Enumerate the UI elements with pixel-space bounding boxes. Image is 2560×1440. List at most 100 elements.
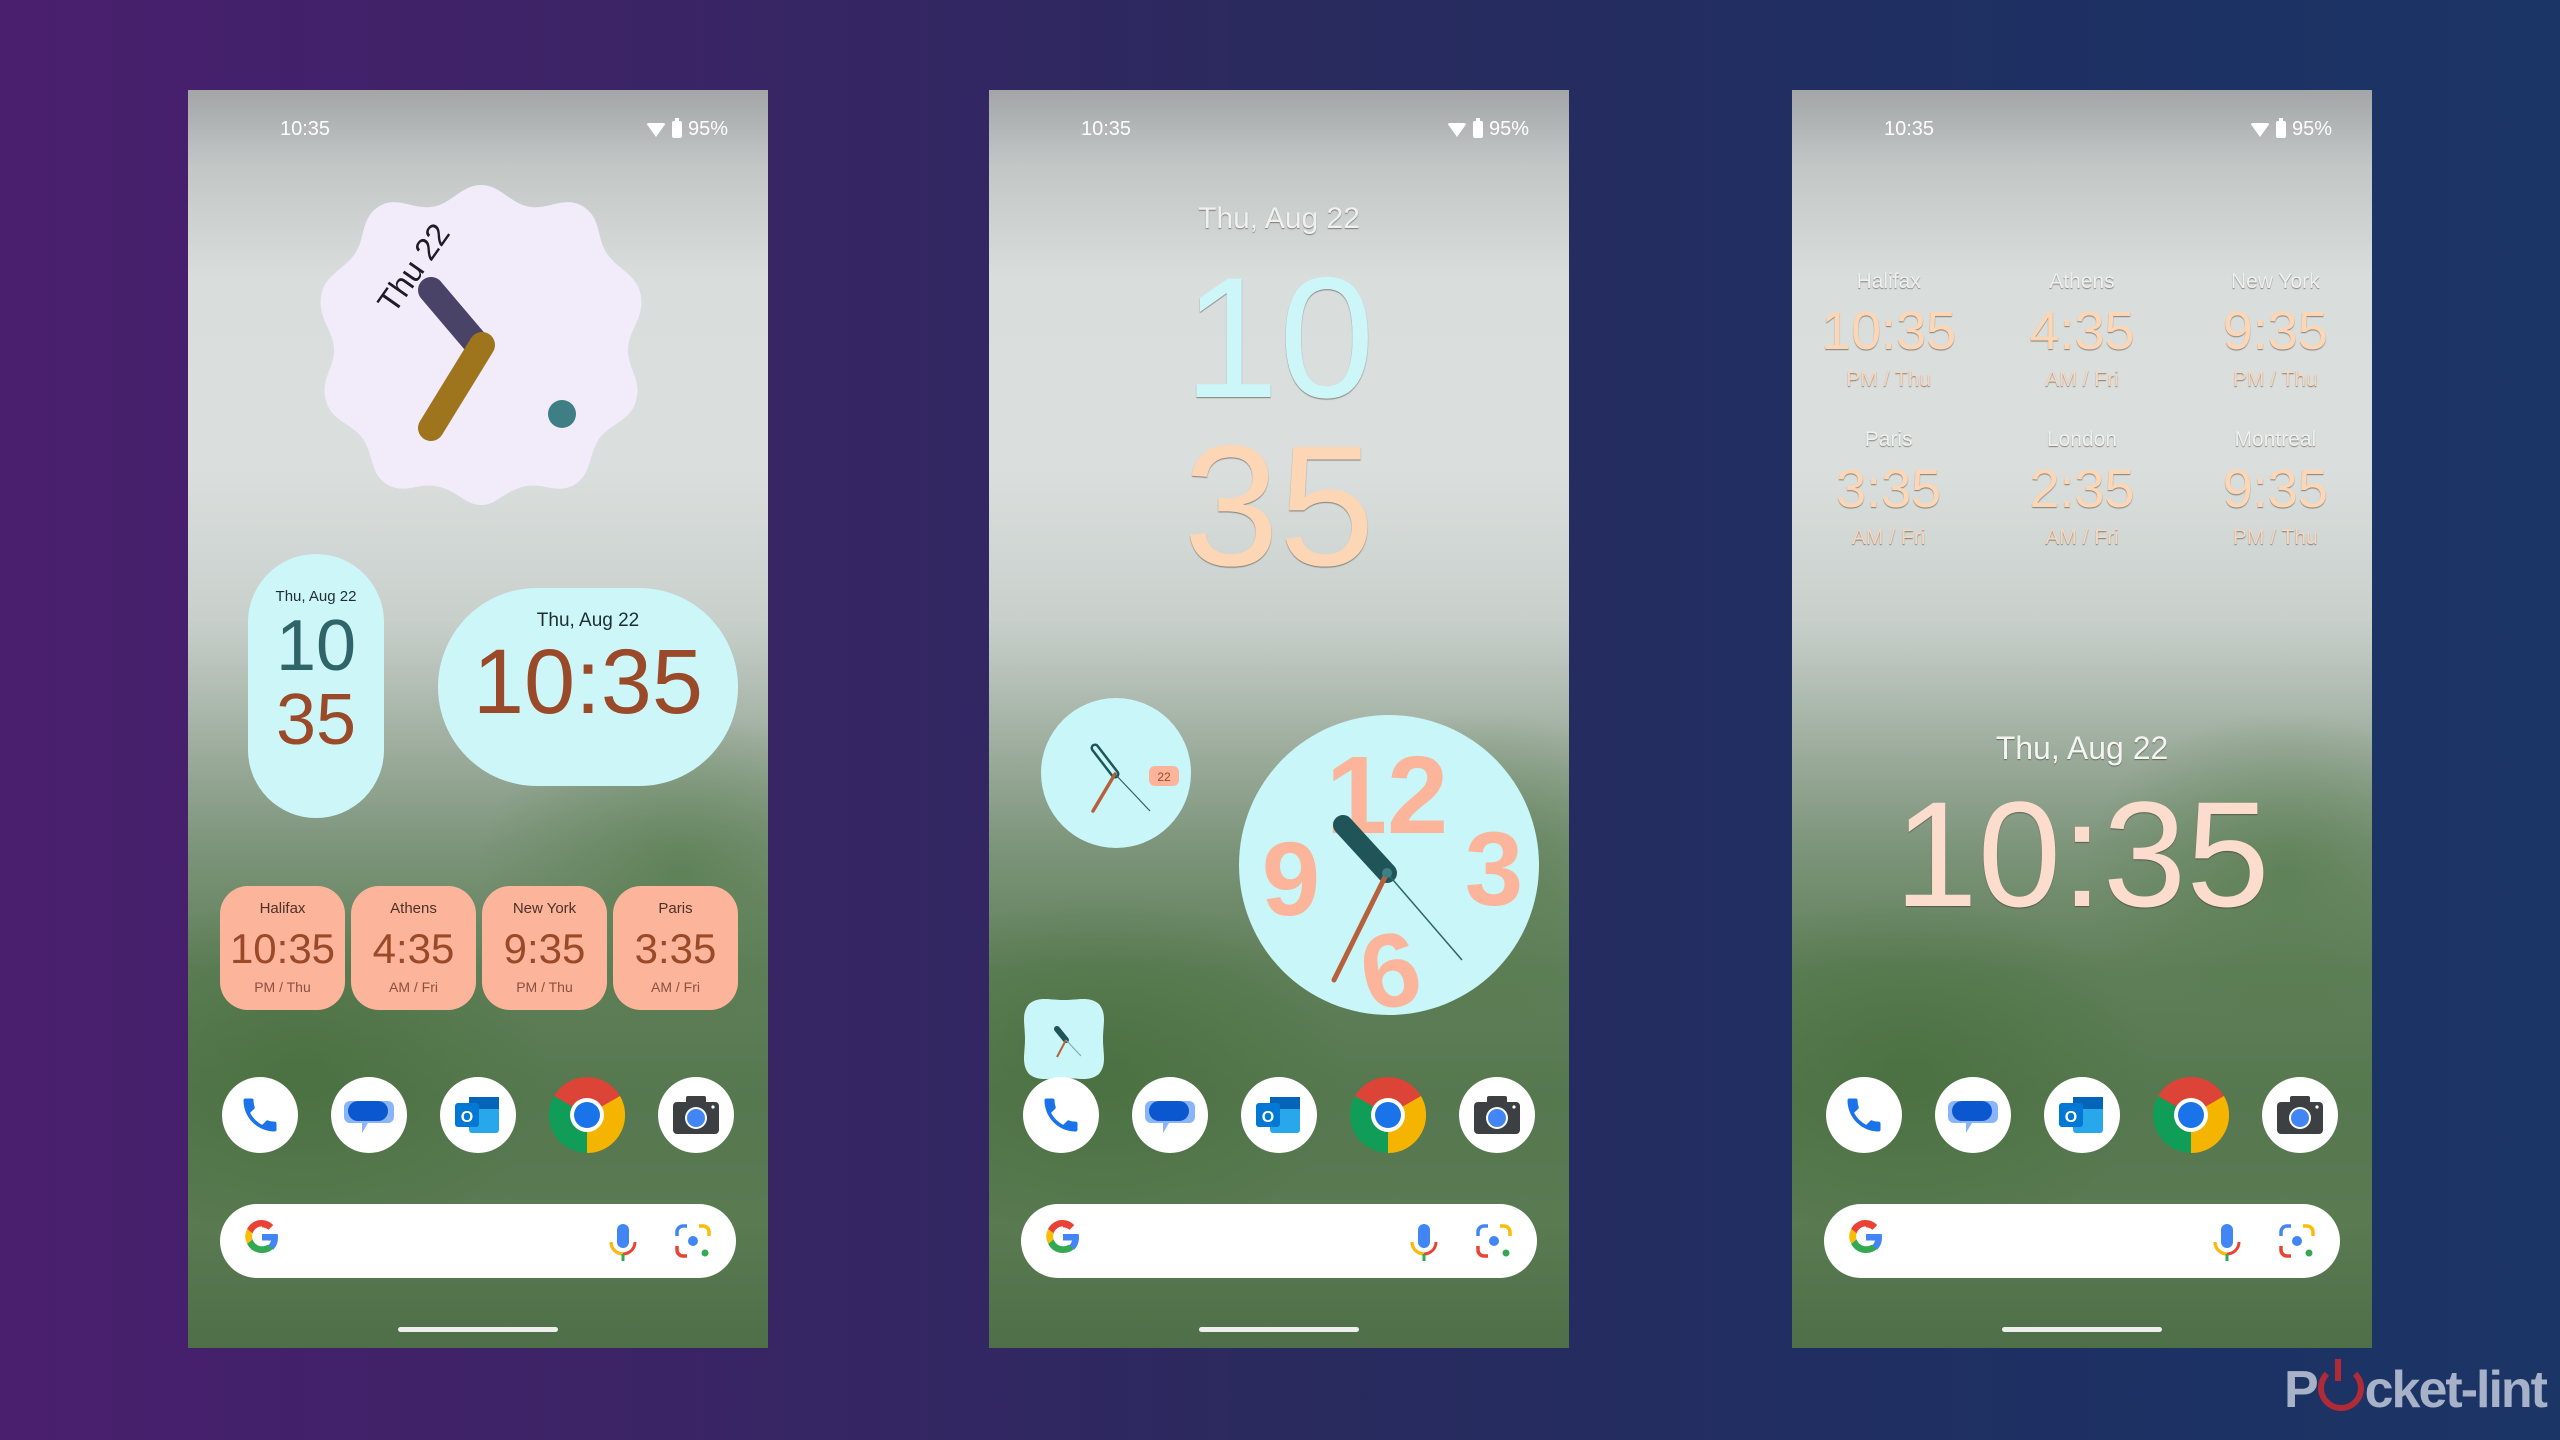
app-icon-camera[interactable] xyxy=(1459,1077,1535,1153)
city-name: New York xyxy=(2230,270,2320,293)
app-icon-outlook[interactable]: O xyxy=(440,1077,516,1153)
world-clock-tile[interactable]: Halifax 10:35 PM / Thu xyxy=(220,886,345,1010)
google-logo-icon xyxy=(1043,1217,1083,1267)
phone-icon xyxy=(1842,1093,1886,1137)
microphone-icon[interactable] xyxy=(1409,1224,1439,1267)
messages-icon xyxy=(1145,1093,1195,1137)
outlook-icon: O xyxy=(1254,1093,1304,1137)
microphone-icon[interactable] xyxy=(608,1224,638,1267)
world-clock-tile[interactable]: Athens 4:35 AM / Fri xyxy=(351,886,476,1010)
city-time: 10:35 xyxy=(229,925,336,972)
city-period: PM / Thu xyxy=(2232,526,2318,549)
world-clock-grid-widget[interactable]: Halifax 10:35 PM / Thu Athens 4:35 AM / Fri Ne… xyxy=(1792,270,2372,550)
city-name: Halifax xyxy=(1856,270,1921,293)
city-time: 3:35 xyxy=(634,925,717,972)
power-icon xyxy=(2317,1359,2364,1411)
city-period: PM / Thu xyxy=(516,979,573,995)
widget-date: Thu, Aug 22 xyxy=(536,610,640,631)
widget-time: 10:35 xyxy=(472,631,704,733)
app-icon-chrome[interactable] xyxy=(2153,1077,2229,1153)
city-name: Montreal xyxy=(2234,428,2317,451)
seconds-dot xyxy=(548,400,576,428)
large-clock-time: 10:35 xyxy=(1894,770,2270,938)
google-logo-icon xyxy=(1846,1217,1886,1267)
microphone-icon[interactable] xyxy=(2212,1224,2242,1267)
tiny-analog-clock-widget[interactable] xyxy=(1019,994,1109,1084)
app-dock: O xyxy=(222,1077,734,1153)
city-period: AM / Fri xyxy=(2045,368,2119,391)
world-clock-entry: Halifax 10:35 PM / Thu xyxy=(1792,270,1985,392)
city-name: New York xyxy=(512,900,577,917)
world-clock-entry: Paris 3:35 AM / Fri xyxy=(1792,428,1985,550)
city-name: Paris xyxy=(658,900,693,917)
widget-minute: 35 xyxy=(275,680,357,760)
svg-text:22: 22 xyxy=(1157,770,1171,784)
messages-icon xyxy=(1948,1093,1998,1137)
app-icon-camera[interactable] xyxy=(2262,1077,2338,1153)
app-icon-outlook[interactable]: O xyxy=(2044,1077,2120,1153)
city-period: PM / Thu xyxy=(2232,368,2318,391)
large-clock-minute: 35 xyxy=(1183,410,1375,602)
outlook-icon: O xyxy=(2057,1093,2107,1137)
battery-percent: 95% xyxy=(687,118,728,140)
battery-icon xyxy=(1472,118,1483,138)
google-search-bar[interactable] xyxy=(1021,1204,1537,1278)
widget-hour: 10 xyxy=(275,606,357,686)
city-name: Halifax xyxy=(259,900,306,917)
city-name: Athens xyxy=(390,900,437,917)
battery-icon xyxy=(671,118,682,138)
google-lens-icon[interactable] xyxy=(1475,1224,1513,1265)
app-icon-phone[interactable] xyxy=(222,1077,298,1153)
city-name: Paris xyxy=(1864,428,1913,451)
city-period: AM / Fri xyxy=(651,979,700,995)
status-bar: 10:35 95% xyxy=(1792,116,2372,146)
svg-text:O: O xyxy=(2065,1109,2077,1126)
wifi-icon xyxy=(2249,122,2270,137)
world-clock-tile[interactable]: Paris 3:35 AM / Fri xyxy=(613,886,738,1010)
app-icon-phone[interactable] xyxy=(1023,1077,1099,1153)
city-time: 4:35 xyxy=(2029,301,2135,361)
stacked-digital-clock-widget[interactable]: Thu, Aug 22 10 35 xyxy=(248,554,384,818)
world-clock-entry: New York 9:35 PM / Thu xyxy=(2179,270,2372,392)
app-icon-outlook[interactable]: O xyxy=(1241,1077,1317,1153)
app-icon-chrome[interactable] xyxy=(549,1077,625,1153)
google-logo-icon xyxy=(242,1217,282,1267)
app-icon-messages[interactable] xyxy=(1132,1077,1208,1153)
city-time: 9:35 xyxy=(503,925,586,972)
outlook-icon: O xyxy=(453,1093,503,1137)
phone-icon xyxy=(1039,1093,1083,1137)
gesture-nav-handle[interactable] xyxy=(2002,1327,2162,1332)
numeral-3: 3 xyxy=(1465,811,1523,928)
city-period: AM / Fri xyxy=(389,979,438,995)
app-icon-messages[interactable] xyxy=(331,1077,407,1153)
world-clock-tile[interactable]: New York 9:35 PM / Thu xyxy=(482,886,607,1010)
gesture-nav-handle[interactable] xyxy=(398,1327,558,1332)
analog-clock-widget[interactable]: Thu 22 xyxy=(316,175,646,505)
city-name: Athens xyxy=(2049,270,2115,293)
city-period: AM / Fri xyxy=(2045,526,2119,549)
status-time: 10:35 xyxy=(280,118,331,140)
app-icon-phone[interactable] xyxy=(1826,1077,1902,1153)
chrome-icon xyxy=(2153,1077,2229,1153)
world-clock-widget[interactable]: Halifax 10:35 PM / Thu Athens 4:35 AM / … xyxy=(220,886,738,1010)
big-analog-clock-widget[interactable]: 12 3 6 9 xyxy=(1239,715,1539,1035)
app-icon-chrome[interactable] xyxy=(1350,1077,1426,1153)
city-name: London xyxy=(2046,428,2118,451)
svg-text:O: O xyxy=(1262,1109,1274,1126)
app-icon-camera[interactable] xyxy=(658,1077,734,1153)
digital-clock-widget[interactable]: Thu, Aug 22 10:35 xyxy=(438,588,738,786)
app-icon-messages[interactable] xyxy=(1935,1077,2011,1153)
status-bar: 10:35 95% xyxy=(989,116,1569,146)
google-search-bar[interactable] xyxy=(1824,1204,2340,1278)
google-search-bar[interactable] xyxy=(220,1204,736,1278)
battery-percent: 95% xyxy=(2291,118,2332,140)
pocketlint-logo: Pcket-lint xyxy=(2283,1359,2548,1419)
battery-percent: 95% xyxy=(1488,118,1529,140)
google-lens-icon[interactable] xyxy=(2278,1224,2316,1265)
small-analog-clock-widget[interactable]: 22 xyxy=(1041,698,1191,848)
phone-screen-1: 10:35 95% Thu 22 Thu, Aug 22 10 35 Thu, … xyxy=(188,90,768,1348)
gesture-nav-handle[interactable] xyxy=(1199,1327,1359,1332)
phone-icon xyxy=(238,1093,282,1137)
google-lens-icon[interactable] xyxy=(674,1224,712,1265)
world-clock-entry: Athens 4:35 AM / Fri xyxy=(1985,270,2178,392)
